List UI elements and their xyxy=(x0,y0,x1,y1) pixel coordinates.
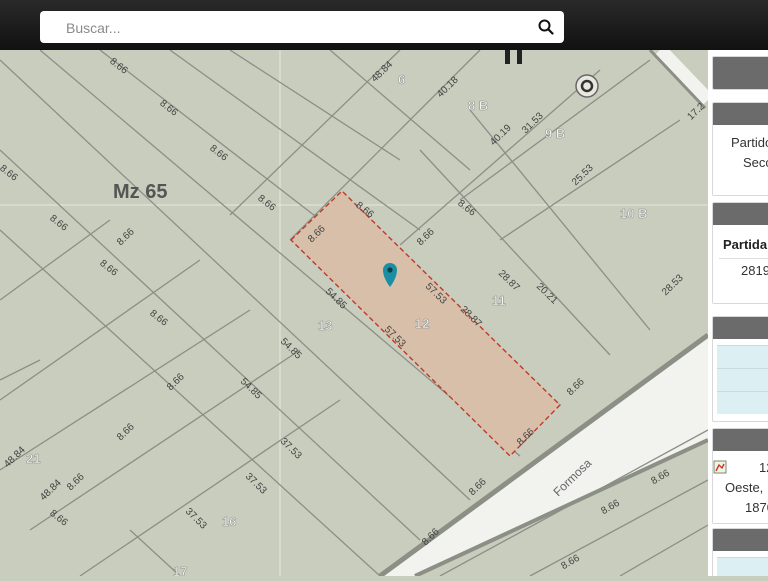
block-label: Mz 65 xyxy=(113,181,167,203)
parcel-label-12: 12 xyxy=(415,316,429,331)
address-line-1: 12 xyxy=(713,451,768,478)
table-row xyxy=(717,345,768,368)
table-row xyxy=(717,557,768,576)
parcel-label-11: 11 xyxy=(492,293,506,308)
search-input[interactable] xyxy=(64,11,528,45)
map-canvas[interactable]: 8.66 48.84 40.18 40.19 31.53 25.53 17.2 … xyxy=(0,0,714,579)
panel-card-header xyxy=(713,103,768,125)
search-button[interactable] xyxy=(534,15,558,39)
parcel-label-13: 13 xyxy=(318,318,332,333)
panel-card-header xyxy=(713,203,768,225)
address-number: 12 xyxy=(759,460,768,475)
document-map-icon[interactable] xyxy=(713,460,727,474)
panel-card-header xyxy=(713,529,768,551)
table-row xyxy=(717,368,768,391)
partida-value: 2819 xyxy=(741,263,768,278)
panel-card-5[interactable]: 12 Oeste, 1870 xyxy=(712,428,768,524)
panel-card-header xyxy=(713,57,768,89)
address-line-2: Oeste, xyxy=(725,480,764,495)
panel-card-6[interactable] xyxy=(712,528,768,576)
panel-card-3[interactable]: Partida 2819 xyxy=(712,202,768,304)
panel-card-2[interactable]: Partido Secc xyxy=(712,102,768,196)
parcel-label-6: 6 xyxy=(398,72,405,87)
map-svg[interactable]: 8.66 48.84 40.18 40.19 31.53 25.53 17.2 … xyxy=(0,0,714,579)
north-arrow-icon xyxy=(575,74,599,98)
table-row xyxy=(717,391,768,414)
parcel-label-21: 21 xyxy=(26,451,40,466)
parcel-label-10b: 10 B xyxy=(620,206,647,221)
seccion-label: Secc xyxy=(743,155,768,170)
parcel-label-8b: 8 B xyxy=(468,98,488,113)
panel-card-1[interactable] xyxy=(712,56,768,90)
parcel-label-9b: 9 B xyxy=(545,126,565,141)
search-box[interactable] xyxy=(40,11,564,45)
partido-label: Partido xyxy=(731,135,768,150)
search-icon xyxy=(538,19,554,35)
panel-card-4[interactable] xyxy=(712,316,768,422)
partida-header: Partida xyxy=(723,237,768,252)
panel-card-header xyxy=(713,317,768,339)
parcel-label-16: 16 xyxy=(222,514,236,529)
address-line-3: 1870 xyxy=(745,500,768,515)
info-panel: Partido Secc Partida 2819 12 Oeste, 1870 xyxy=(708,50,768,576)
parcel-label-17: 17 xyxy=(173,564,187,576)
panel-card-header xyxy=(713,429,768,451)
